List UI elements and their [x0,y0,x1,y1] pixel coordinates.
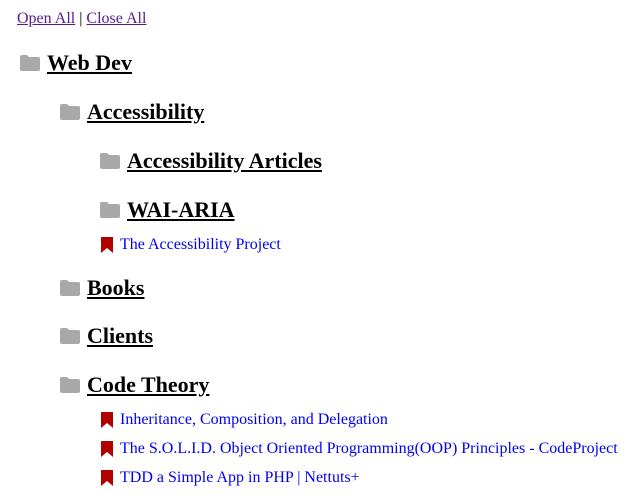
bookmark-link[interactable]: The S.O.L.I.D. Object Oriented Programmi… [120,439,618,459]
close-all-link[interactable]: Close All [86,10,146,27]
folder-label-web-dev[interactable]: Web Dev [47,48,132,78]
folder-code-theory[interactable]: Code Theory [60,370,209,400]
toolbar: Open All | Close All [17,8,146,30]
folder-label-books[interactable]: Books [87,273,144,303]
folder-label-accessibility[interactable]: Accessibility [87,97,204,127]
folder-books[interactable]: Books [60,273,144,303]
folder-icon [60,328,80,344]
folder-label-clients[interactable]: Clients [87,321,153,351]
folder-label-code-theory[interactable]: Code Theory [87,370,209,400]
folder-accessibility[interactable]: Accessibility [60,97,204,127]
bookmark-tdd[interactable]: TDD a Simple App in PHP | Nettuts+ [100,468,360,488]
bookmark-solid[interactable]: The S.O.L.I.D. Object Oriented Programmi… [100,439,618,459]
folder-accessibility-articles[interactable]: Accessibility Articles [100,146,322,176]
folder-label-wai-aria[interactable]: WAI-ARIA [127,195,235,225]
toolbar-separator: | [79,10,83,27]
bookmark-icon [101,441,113,457]
bookmark-icon [101,237,113,253]
bookmark-link[interactable]: The Accessibility Project [120,235,281,255]
folder-wai-aria[interactable]: WAI-ARIA [100,195,235,225]
open-all-link[interactable]: Open All [17,10,75,27]
folder-icon [100,202,120,218]
folder-icon [20,55,40,71]
folder-clients[interactable]: Clients [60,321,153,351]
bookmark-link[interactable]: TDD a Simple App in PHP | Nettuts+ [120,468,360,488]
bookmark-inheritance[interactable]: Inheritance, Composition, and Delegation [100,410,388,430]
bookmark-accessibility-project[interactable]: The Accessibility Project [100,235,281,255]
folder-web-dev[interactable]: Web Dev [20,48,132,78]
bookmark-icon [101,412,113,428]
folder-icon [60,280,80,296]
bookmark-icon [101,470,113,486]
folder-icon [60,377,80,393]
folder-icon [60,104,80,120]
folder-label-accessibility-articles[interactable]: Accessibility Articles [127,146,322,176]
folder-icon [100,153,120,169]
bookmark-link[interactable]: Inheritance, Composition, and Delegation [120,410,388,430]
